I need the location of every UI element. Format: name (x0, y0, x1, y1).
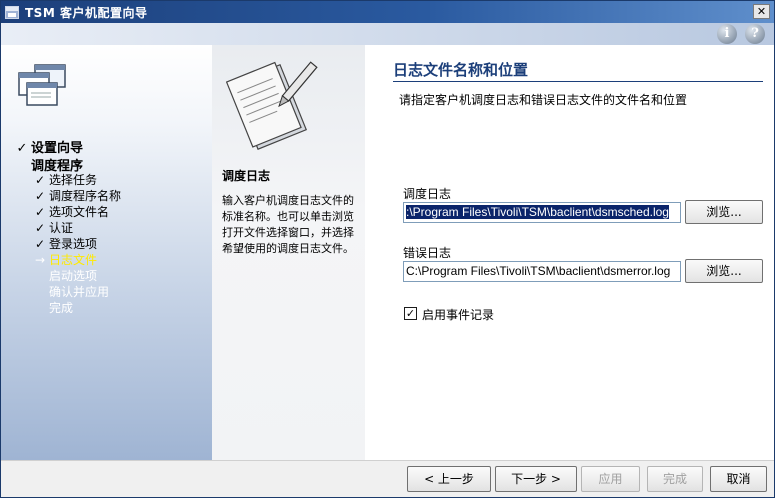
sched-log-label: 调度日志 (403, 187, 452, 201)
back-button[interactable]: < 上一步 (407, 466, 491, 492)
description-panel: 调度日志 输入客户机调度日志文件的标准名称。也可以单击浏览打开文件选择窗口，并选… (212, 45, 365, 460)
event-log-checkbox[interactable]: ✓ (404, 307, 417, 320)
next-button[interactable]: 下一步 > (495, 466, 577, 492)
check-icon: ✓ (34, 173, 46, 187)
nav-step-label: 启动选项 (49, 269, 98, 283)
page-title: 日志文件名称和位置 (393, 61, 529, 79)
nav-step-label: 确认并应用 (49, 285, 110, 299)
help-icon[interactable]: ? (745, 24, 765, 44)
check-icon: ✓ (34, 189, 46, 203)
nav-step-confirm-apply: 确认并应用 (31, 283, 109, 300)
nav-step-label: 调度程序名称 (49, 189, 122, 203)
main-content: 日志文件名称和位置 请指定客户机调度日志和错误日志文件的文件名和位置 调度日志 … (365, 45, 774, 460)
error-log-input[interactable]: C:\Program Files\Tivoli\TSM\baclient\dsm… (403, 261, 681, 282)
arrow-right-icon: → (34, 253, 46, 267)
title-bar: TSM 客户机配置向导 ✕ (1, 1, 774, 23)
nav-step-startup-options: 启动选项 (31, 267, 97, 284)
wizard-footer: < 上一步 下一步 > 应用 完成 取消 (1, 460, 774, 497)
nav-step-label: 选项文件名 (49, 205, 110, 219)
page-subtitle: 请指定客户机调度日志和错误日志文件的文件名和位置 (399, 93, 688, 107)
description-title: 调度日志 (222, 169, 271, 183)
nav-step-log-files: → 日志文件 (31, 251, 97, 268)
nav-step-label: 日志文件 (49, 253, 98, 267)
cancel-button[interactable]: 取消 (710, 466, 767, 492)
nav-step-options-file: ✓ 选项文件名 (31, 203, 109, 220)
toolbar: i ? (1, 23, 774, 45)
sched-log-value: :\Program Files\Tivoli\TSM\baclient\dsms… (406, 205, 669, 219)
title-divider (393, 81, 763, 82)
nav-step-finish: 完成 (31, 299, 73, 316)
info-icon[interactable]: i (717, 24, 737, 44)
nav-step-label: 设置向导 (31, 141, 84, 156)
check-icon: ✓ (34, 221, 46, 235)
finish-button[interactable]: 完成 (647, 466, 703, 492)
wizard-steps-panel: ✓ 设置向导 调度程序 ✓ 选择任务 ✓ 调度程序名称 ✓ 选项文件名 ✓ 认证 ✓ 登录选… (1, 45, 212, 460)
nav-step-label: 选择任务 (49, 173, 98, 187)
window-title: TSM 客户机配置向导 (25, 5, 148, 20)
nav-step-label: 完成 (49, 301, 74, 315)
event-log-label[interactable]: 启用事件记录 (422, 306, 494, 323)
windows-icon (18, 64, 66, 106)
check-icon: ✓ (16, 141, 28, 156)
browse-error-log-button[interactable]: 浏览... (685, 259, 763, 283)
apply-button[interactable]: 应用 (581, 466, 640, 492)
description-body: 输入客户机调度日志文件的标准名称。也可以单击浏览打开文件选择窗口，并选择希望使用… (222, 194, 354, 255)
nav-step-select-task: ✓ 选择任务 (31, 171, 97, 188)
check-icon: ✓ (34, 205, 46, 219)
nav-step-login-options: ✓ 登录选项 (31, 235, 97, 252)
error-log-value: C:\Program Files\Tivoli\TSM\baclient\dsm… (406, 264, 671, 278)
document-pen-icon (226, 61, 318, 150)
error-log-label: 错误日志 (403, 246, 452, 260)
browse-sched-log-button[interactable]: 浏览... (685, 200, 763, 224)
nav-step-label: 登录选项 (49, 237, 98, 251)
nav-step-authentication: ✓ 认证 (31, 219, 73, 236)
nav-step-setup-wizard: ✓ 设置向导 (13, 137, 83, 156)
wizard-window: TSM 客户机配置向导 ✕ i ? ✓ 设置向导 调度程序 ✓ 选择任务 ✓ 调度程序… (0, 0, 775, 498)
nav-step-scheduler-name: ✓ 调度程序名称 (31, 187, 121, 204)
nav-step-label: 认证 (49, 221, 74, 235)
close-button[interactable]: ✕ (753, 4, 770, 19)
check-icon: ✓ (34, 237, 46, 251)
app-icon (5, 5, 19, 19)
sched-log-input[interactable]: :\Program Files\Tivoli\TSM\baclient\dsms… (403, 202, 681, 223)
